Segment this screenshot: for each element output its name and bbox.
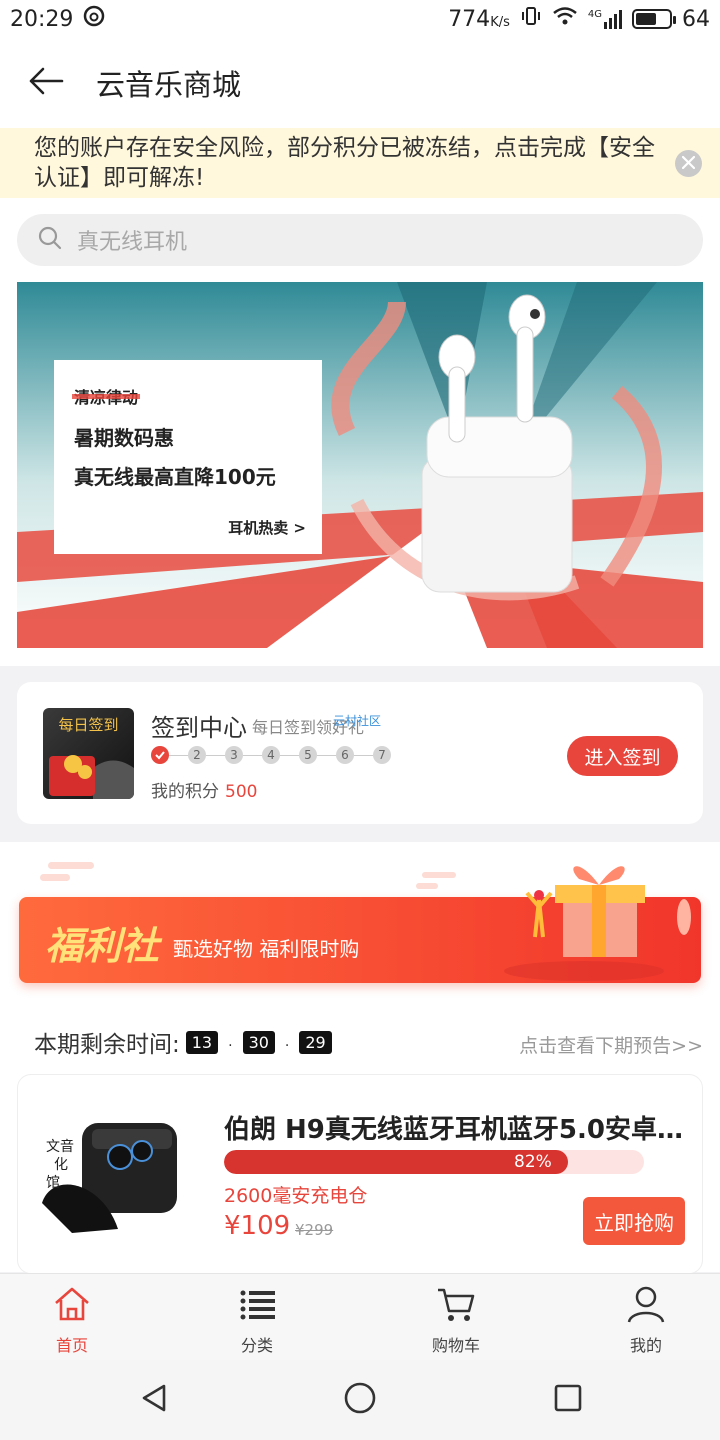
arrow-left-icon (28, 67, 64, 99)
community-tag: 云村社区 (333, 714, 382, 728)
signin-steps: 2 3 4 5 6 7 (151, 746, 391, 764)
banner-dot[interactable] (382, 624, 388, 630)
banner-section: 清凉律动 暑期数码惠 真无线最高直降100元 耳机热卖 > (0, 282, 720, 666)
svg-text:化: 化 (54, 1157, 68, 1173)
status-time: 20:29 (10, 6, 74, 32)
system-home-button[interactable] (340, 1380, 380, 1420)
step-connector (169, 754, 188, 756)
svg-text:文音: 文音 (46, 1138, 74, 1155)
security-warning-banner[interactable]: 您的账户存在安全风险，部分积分已被冻结，点击完成【安全认证】即可解冻! (0, 128, 720, 198)
product-price: ¥109 (224, 1211, 291, 1241)
back-button[interactable] (0, 38, 92, 128)
banner-subheadline: 真无线最高直降100元 (74, 465, 276, 489)
banner-dot[interactable] (393, 624, 399, 630)
banner-dot[interactable] (404, 624, 410, 630)
step-connector (206, 754, 225, 756)
step-connector (280, 754, 299, 756)
my-points: 我的积分 500 (151, 782, 258, 802)
svg-text:馆: 馆 (46, 1175, 60, 1191)
search-icon (37, 225, 63, 255)
enter-signin-button[interactable]: 进入签到 (567, 736, 678, 776)
progress-text: 82% (514, 1152, 552, 1172)
gift-box-icon (504, 866, 691, 981)
system-navigation-bar (0, 1360, 720, 1440)
search-input[interactable]: 真无线耳机 (17, 214, 703, 266)
signin-step: 4 (262, 746, 280, 764)
vibrate-icon (520, 5, 542, 33)
promo-banner[interactable]: 清凉律动 暑期数码惠 真无线最高直降100元 耳机热卖 > (17, 282, 703, 648)
netease-logo-icon (83, 5, 105, 33)
square-recents-icon (553, 1383, 583, 1417)
battery-percent: 64 (682, 6, 710, 32)
red-envelope-icon (49, 755, 134, 799)
countdown-hours: 13 (185, 1030, 219, 1054)
banner-text-card: 清凉律动 暑期数码惠 真无线最高直降100元 耳机热卖 > (54, 360, 322, 554)
close-icon (681, 154, 696, 173)
step-connector (354, 754, 373, 756)
warning-text[interactable]: 您的账户存在安全风险，部分积分已被冻结，点击完成【安全认证】即可解冻! (34, 133, 664, 193)
system-back-button[interactable] (134, 1380, 174, 1420)
signin-step: 2 (188, 746, 206, 764)
sales-progress-bar: 82% (224, 1150, 644, 1174)
step-connector (317, 754, 336, 756)
banner-dot[interactable] (346, 624, 366, 630)
wifi-icon (552, 5, 578, 33)
countdown-seconds: 29 (299, 1030, 332, 1054)
signin-card[interactable]: 每日签到 签到中心 每日签到领好礼 云村社区 234567 我的积分 500 进入… (17, 682, 703, 824)
welfare-banner[interactable]: 福利社 甄选好物 福利限时购 (19, 866, 701, 983)
product-name[interactable]: 伯朗 H9真无线蓝牙耳机蓝牙5.0安卓通用 (224, 1109, 694, 1146)
product-original-price: ¥299 (295, 1221, 334, 1239)
signin-step: 6 (336, 746, 354, 764)
battery-icon (632, 9, 676, 29)
banner-headline: 暑期数码惠 (74, 426, 174, 450)
points-value: 500 (225, 782, 258, 802)
triangle-back-icon (140, 1383, 168, 1417)
signin-step: 3 (225, 746, 243, 764)
signin-step: 5 (299, 746, 317, 764)
banner-dot[interactable] (335, 624, 341, 630)
search-section: 真无线耳机 (0, 198, 720, 282)
close-warning-button[interactable] (675, 150, 702, 177)
countdown-label: 本期剩余时间: (34, 1032, 180, 1058)
countdown: 本期剩余时间: 13 . 30 . 29 (34, 1025, 338, 1059)
app-header: 云音乐商城 (0, 38, 720, 128)
user-icon (626, 1284, 666, 1328)
signin-title: 签到中心 (151, 714, 247, 742)
list-icon (237, 1284, 277, 1328)
earbuds-product-image: 文音 化 馆 (42, 1123, 177, 1233)
product-feature: 2600毫安充电仓 (224, 1185, 368, 1207)
banner-pagination (335, 624, 410, 630)
status-bar: 20:29 774K/s 4G 64 (0, 0, 720, 38)
welfare-section: 福利社 甄选好物 福利限时购 本期剩余时间: 13 . 30 . 29 点击查看… (0, 842, 720, 1274)
banner-tag: 清凉律动 (71, 384, 141, 408)
bottom-tab-bar: 首页 分类 购物车 我的 (0, 1273, 720, 1360)
tab-mine[interactable]: 我的 (586, 1274, 706, 1361)
buy-now-button[interactable]: 立即抢购 (583, 1197, 685, 1245)
step-connector (243, 754, 262, 756)
search-placeholder: 真无线耳机 (77, 230, 188, 255)
tab-home[interactable]: 首页 (12, 1274, 132, 1361)
tab-category[interactable]: 分类 (197, 1274, 317, 1361)
banner-link[interactable]: 耳机热卖 > (228, 517, 306, 538)
daily-signin-icon: 每日签到 (43, 708, 134, 799)
circle-home-icon (343, 1381, 377, 1419)
signin-step: 7 (373, 746, 391, 764)
net-speed: 774K/s (448, 6, 510, 32)
banner-dot[interactable] (371, 624, 377, 630)
page-title: 云音乐商城 (96, 68, 242, 102)
next-preview-link[interactable]: 点击查看下期预告>> (519, 1031, 703, 1058)
tab-cart[interactable]: 购物车 (396, 1274, 516, 1361)
product-card[interactable]: 文音 化 馆 伯朗 H9真无线蓝牙耳机蓝牙5.0安卓通用 82% 2600毫安充… (17, 1074, 703, 1274)
welfare-title: 福利社 (45, 924, 160, 968)
system-recents-button[interactable] (548, 1380, 588, 1420)
home-icon (52, 1284, 92, 1328)
signal-icon: 4G (588, 9, 622, 29)
step-done-check-icon (151, 746, 169, 764)
countdown-minutes: 30 (242, 1030, 275, 1054)
cart-icon (436, 1284, 476, 1328)
welfare-subtitle: 甄选好物 福利限时购 (173, 937, 360, 961)
